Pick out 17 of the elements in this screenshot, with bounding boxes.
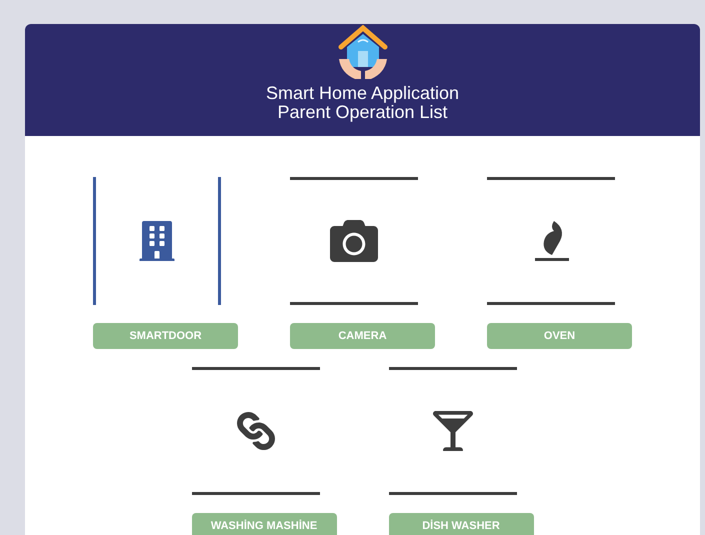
device-button[interactable]: SMARTDOOR [93,323,238,349]
device-button[interactable]: DİSH WASHER [388,513,534,535]
device-button[interactable]: OVEN [487,323,632,349]
flame-icon [533,219,569,263]
device-tile[interactable] [388,367,516,495]
chain-link-icon [236,412,274,450]
building-icon [137,221,177,261]
device-button[interactable]: WASHİNG MASHİNE [192,513,336,535]
device-tile[interactable] [93,177,221,305]
device-tile[interactable] [487,177,615,305]
glass-icon [432,411,472,451]
device-tile[interactable] [192,367,320,495]
app-title: Smart Home Application Parent Operation List [266,84,460,122]
smart-home-logo-icon [336,25,388,81]
device-tile[interactable] [290,177,418,305]
device-button[interactable]: CAMERA [290,323,435,349]
camera-icon [330,217,378,265]
